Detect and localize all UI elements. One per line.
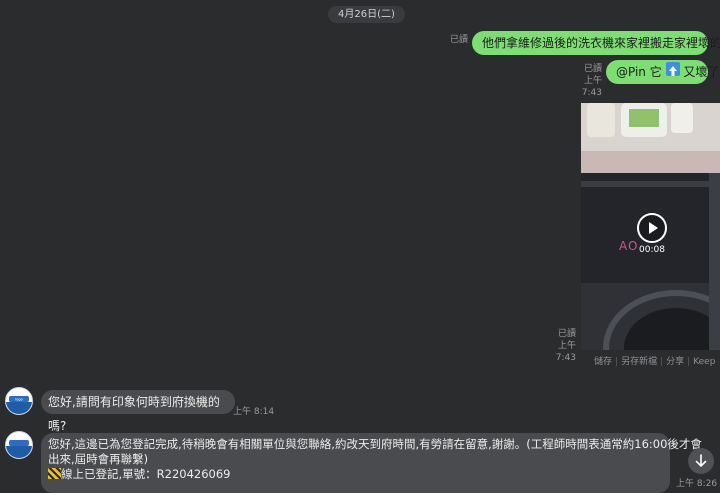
video-message[interactable]: AO 00:08	[581, 103, 720, 350]
save-as-button[interactable]: 另存新檔	[621, 357, 657, 367]
timestamp: 上午 7:43	[555, 341, 576, 363]
avatar[interactable]	[5, 431, 33, 459]
separator: |	[615, 357, 619, 367]
scroll-down-icon[interactable]	[688, 448, 714, 474]
washer-display-code: AO	[619, 239, 639, 253]
svg-text:logo: logo	[15, 398, 22, 402]
message-meta: 已讀 上午 7:43	[566, 63, 602, 99]
outgoing-message[interactable]: @Pin 它 又壞了	[606, 60, 719, 84]
timestamp: 上午 7:43	[581, 76, 602, 98]
hazard-stripes-icon	[48, 468, 61, 479]
message-line: 您好,這邊已為您登記完成,待稍晚會有相關單位與您聯絡,約改天到府時間,有勞請在留…	[48, 437, 702, 451]
outgoing-message[interactable]: 他們拿維修過後的洗衣機來家裡搬走家裡壞的	[472, 31, 720, 55]
message-meta: 已讀 上午 7:43	[540, 328, 576, 364]
up-arrow-emoji-icon	[665, 62, 680, 76]
video-duration: 00:08	[639, 245, 665, 255]
read-receipt: 已讀	[557, 329, 576, 339]
avatar[interactable]: logo	[5, 387, 33, 415]
message-line: 出來,屆時會再聯繫)	[48, 452, 149, 466]
video-actions: 儲存 | 另存新檔 | 分享 | Keep	[594, 354, 715, 367]
incoming-message[interactable]: 您好,請問有印象何時到府換機的嗎?	[41, 390, 235, 433]
save-button[interactable]: 儲存	[594, 357, 612, 367]
timestamp: 上午 8:14	[233, 407, 275, 417]
mention[interactable]: @Pin	[616, 65, 646, 79]
message-text: 線上已登記,單號：R220426069	[61, 467, 231, 481]
read-receipt: 已讀	[449, 35, 468, 45]
read-receipt: 已讀	[583, 64, 602, 74]
message-line-with-icon: 線上已登記,單號：R220426069	[48, 467, 670, 482]
separator: |	[660, 357, 664, 367]
separator: |	[687, 357, 691, 367]
incoming-message[interactable]: 您好,這邊已為您登記完成,待稍晚會有相關單位與您聯絡,約改天到府時間,有勞請在留…	[41, 433, 702, 493]
date-divider: 4月26日(二)	[328, 6, 405, 23]
share-button[interactable]: 分享	[666, 357, 684, 367]
timestamp: 上午 8:26	[676, 479, 718, 489]
play-icon[interactable]	[637, 213, 667, 243]
message-text-before-emoji: 它	[649, 65, 662, 79]
message-text: 他們拿維修過後的洗衣機來家裡搬走家裡壞的	[482, 36, 720, 50]
message-text-after-emoji: 又壞了	[683, 65, 720, 79]
message-text: 您好,請問有印象何時到府換機的嗎?	[48, 395, 220, 433]
keep-button[interactable]: Keep	[693, 357, 715, 367]
